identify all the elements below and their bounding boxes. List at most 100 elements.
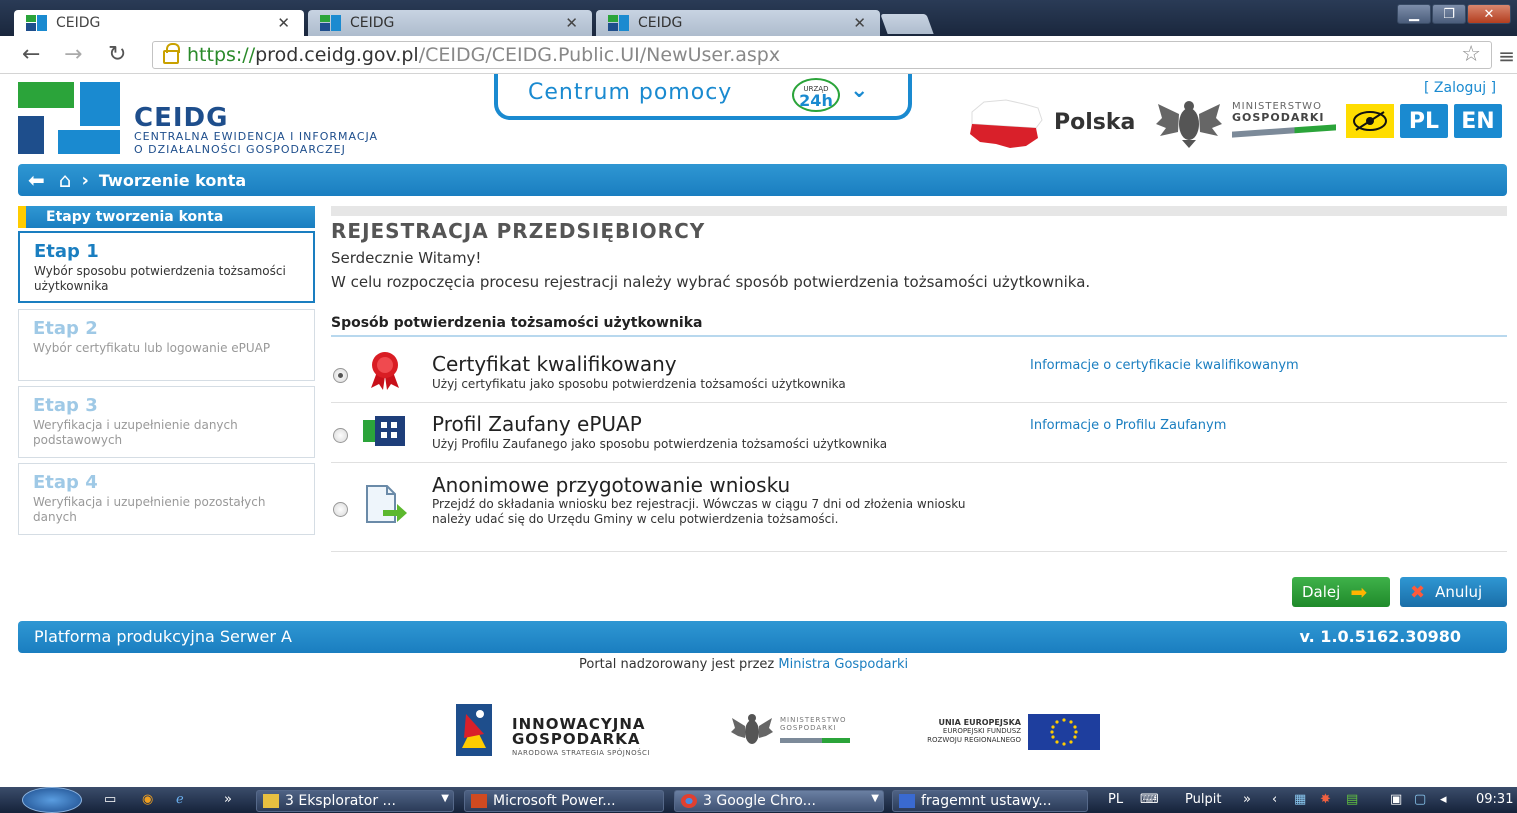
option-desc: Użyj Profilu Zaufanego jako sposobu potw… [432, 437, 888, 451]
option-title: Anonimowe przygotowanie wniosku [432, 473, 791, 497]
cancel-button[interactable]: ✖ Anuluj [1400, 577, 1507, 607]
clock[interactable]: 09:31 [1476, 792, 1513, 807]
close-window-icon[interactable]: ✕ [1467, 4, 1511, 24]
screen: CEIDG ✕ CEIDG ✕ CEIDG ✕ ▁ ❐ ✕ ← → ↻ http… [0, 0, 1517, 813]
ceidg-favicon-icon [608, 15, 630, 31]
certificate-ribbon-icon [371, 352, 399, 390]
cancel-x-icon: ✖ [1410, 581, 1426, 603]
help-center-dropdown[interactable]: Centrum pomocy URZĄD 24h ⌄ [494, 74, 912, 120]
lock-icon [163, 43, 180, 64]
radio-anonymous[interactable] [333, 502, 348, 517]
option-anonymous[interactable]: Anonimowe przygotowanie wniosku Przejdź … [331, 464, 1507, 552]
network-icon[interactable]: ▦ [1294, 792, 1306, 807]
chevron-right-icon[interactable]: » [1243, 792, 1251, 807]
help-center-label: Centrum pomocy [528, 80, 733, 105]
site-subtitle-line2: O DZIAŁALNOŚCI GOSPODARCZEJ [134, 143, 346, 156]
home-icon[interactable]: ⌂ [59, 168, 72, 192]
antivirus-icon[interactable]: ✸ [1320, 792, 1331, 807]
taskbar-item-powerpoint[interactable]: Microsoft Power... [464, 790, 664, 812]
window-controls: ▁ ❐ ✕ [1397, 4, 1511, 24]
chevron-down-icon[interactable]: ⌄ [850, 78, 868, 103]
innovative-economy-logo [456, 704, 492, 756]
certificate-info-link[interactable]: Informacje o certyfikacie kwalifikowanym [1030, 358, 1299, 373]
show-desktop-icon[interactable]: ▭ [104, 792, 116, 807]
radio-epuap[interactable] [333, 428, 348, 443]
option-certificate[interactable]: Certyfikat kwalifikowany Użyj certyfikat… [331, 344, 1507, 403]
option-title: Certyfikat kwalifikowany [432, 352, 677, 376]
breadcrumb-current: Tworzenie konta [98, 170, 247, 190]
epuap-info-link[interactable]: Informacje o Profilu Zaufanym [1030, 418, 1226, 433]
portal-supervision-text: Portal nadzorowany jest przez Ministra G… [579, 657, 909, 672]
back-arrow-icon[interactable]: ⬅ [28, 168, 45, 192]
site-subtitle-line1: CENTRALNA EWIDENCJA I INFORMACJA [134, 130, 379, 143]
tab-label: CEIDG [638, 15, 683, 31]
browser-tab-bar: CEIDG ✕ CEIDG ✕ CEIDG ✕ ▁ ❐ ✕ [0, 0, 1517, 36]
new-tab-button[interactable] [880, 14, 934, 34]
chrome-quicklaunch-icon[interactable]: ◉ [142, 792, 153, 807]
bookmark-star-icon[interactable]: ☆ [1461, 42, 1481, 67]
address-bar[interactable]: https://prod.ceidg.gov.pl/CEIDG/CEIDG.Pu… [152, 41, 1492, 69]
eu-fund-text: UNIA EUROPEJSKA EUROPEJSKI FUNDUSZ ROZWO… [927, 718, 1021, 744]
browser-menu-icon[interactable]: ≡ [1498, 44, 1515, 68]
ministry-line2: GOSPODARKI [1232, 111, 1325, 124]
sidebar-heading: Etapy tworzenia konta [18, 206, 315, 228]
start-button[interactable] [22, 787, 82, 813]
option-epuap[interactable]: Profil Zaufany ePUAP Użyj Profilu Zaufan… [331, 404, 1507, 463]
sidebar-step-4: Etap 4 Weryfikacja i uzupełnienie pozost… [18, 463, 315, 535]
chevron-down-icon: ▼ [441, 793, 449, 804]
ministry-link[interactable]: Ministra Gospodarki [778, 657, 908, 672]
poland-map-icon [970, 99, 1043, 148]
chevron-left-icon[interactable]: ‹ [1272, 792, 1277, 807]
taskbar-item-word[interactable]: fragemnt ustawy... [892, 790, 1088, 812]
ministry-logo[interactable]: MINISTERSTWO GOSPODARKI [1232, 102, 1342, 138]
tab-label: CEIDG [350, 15, 395, 31]
eagle-emblem-icon [1156, 101, 1222, 148]
ceidg-favicon-icon [26, 15, 48, 31]
step-title: Etap 4 [33, 472, 98, 493]
back-arrow-icon[interactable]: ← [22, 42, 40, 67]
clipboard-icon[interactable]: ▣ [1390, 792, 1402, 807]
tray-app-icon[interactable]: ▤ [1346, 792, 1358, 807]
close-tab-icon[interactable]: ✕ [853, 14, 866, 32]
accessibility-eye-icon[interactable] [1346, 104, 1394, 138]
desktop-toolbar[interactable]: Pulpit [1185, 792, 1221, 807]
radio-certificate[interactable] [333, 368, 348, 383]
browser-tab-3[interactable]: CEIDG ✕ [596, 10, 880, 36]
login-link[interactable]: [ Zaloguj ] [1424, 80, 1496, 96]
step-desc: Wybór sposobu potwierdzenia tożsamości u… [34, 264, 286, 293]
input-language[interactable]: PL [1108, 792, 1123, 807]
version-label: v. 1.0.5162.30980 [1299, 627, 1461, 646]
next-label: Dalej [1302, 583, 1341, 601]
ie-quicklaunch-icon[interactable]: ℯ [176, 792, 184, 807]
next-button[interactable]: Dalej ➡ [1292, 577, 1390, 607]
maximize-icon[interactable]: ❐ [1432, 4, 1466, 24]
urzad-24h-icon: URZĄD 24h [792, 78, 840, 112]
platform-label: Platforma produkcyjna Serwer A [34, 627, 292, 646]
step-desc: Weryfikacja i uzupełnienie danych podsta… [33, 418, 238, 447]
taskbar-item-chrome[interactable]: 3 Google Chro... ▼ [674, 790, 884, 812]
reload-icon[interactable]: ↻ [108, 42, 126, 67]
sidebar-step-1[interactable]: Etap 1 Wybór sposobu potwierdzenia tożsa… [18, 231, 315, 303]
chevron-right-icon[interactable]: » [224, 792, 232, 807]
close-tab-icon[interactable]: ✕ [565, 14, 578, 32]
chrome-icon [681, 794, 697, 808]
main-top-strip [331, 206, 1507, 216]
close-tab-icon[interactable]: ✕ [277, 14, 290, 32]
forward-arrow-icon[interactable]: → [64, 42, 82, 67]
step-title: Etap 1 [34, 241, 99, 262]
monitor-icon[interactable]: ▢ [1414, 792, 1426, 807]
speaker-icon[interactable]: ◂ [1440, 792, 1447, 807]
lang-en-button[interactable]: EN [1454, 104, 1502, 138]
taskbar-item-explorer[interactable]: 3 Eksplorator ... ▼ [256, 790, 454, 812]
chevron-down-icon: ▼ [871, 793, 879, 804]
browser-tab-1[interactable]: CEIDG ✕ [14, 10, 304, 36]
step-title: Etap 3 [33, 395, 98, 416]
browser-tab-2[interactable]: CEIDG ✕ [308, 10, 592, 36]
section-title: Sposób potwierdzenia tożsamości użytkown… [331, 315, 1507, 337]
keyboard-icon[interactable]: ⌨ [1140, 792, 1159, 807]
intro-text: W celu rozpoczęcia procesu rejestracji n… [331, 273, 1091, 291]
ceidg-logo[interactable] [18, 82, 120, 154]
arrow-right-icon: ➡ [1350, 580, 1368, 604]
lang-pl-button[interactable]: PL [1400, 104, 1448, 138]
minimize-icon[interactable]: ▁ [1397, 4, 1431, 24]
